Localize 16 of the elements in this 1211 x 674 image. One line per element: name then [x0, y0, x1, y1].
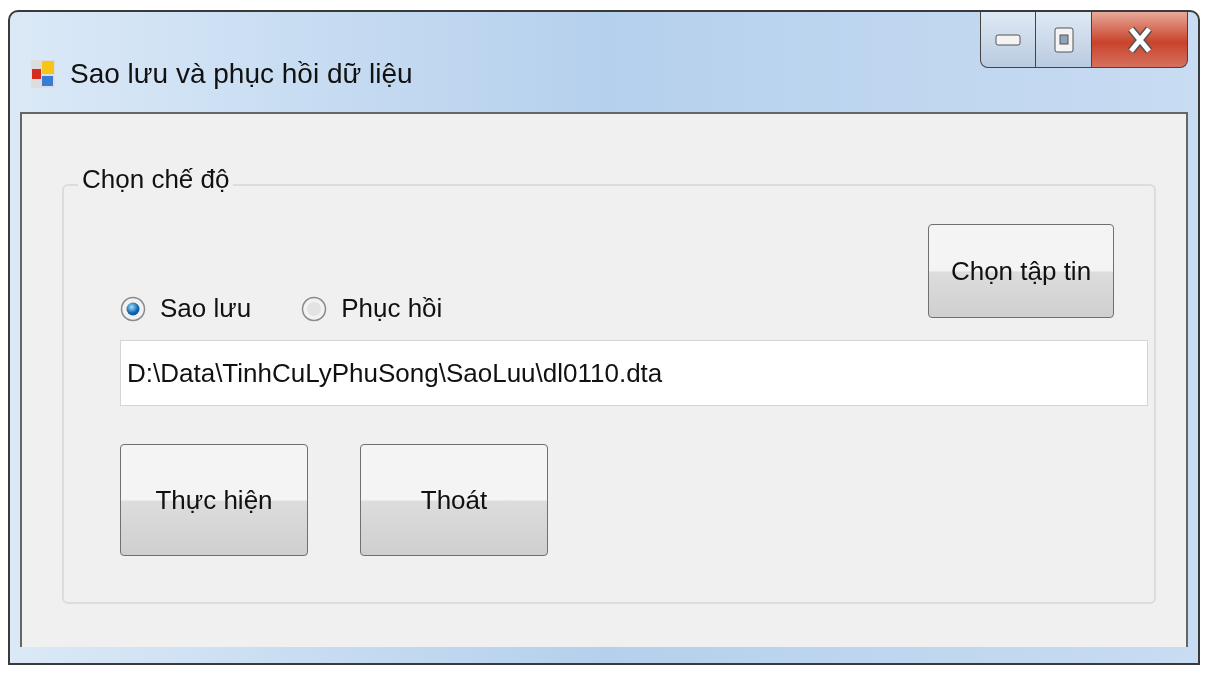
choose-file-button[interactable]: Chọn tập tin [928, 224, 1114, 318]
minimize-button[interactable] [980, 12, 1036, 68]
path-field[interactable]: D:\Data\TinhCuLyPhuSong\SaoLuu\dl0110.dta [120, 340, 1148, 406]
maximize-icon [1053, 26, 1074, 53]
app-icon [30, 59, 56, 89]
window-title: Sao lưu và phục hồi dữ liệu [70, 58, 413, 90]
execute-button[interactable]: Thực hiện [120, 444, 308, 556]
minimize-icon [995, 33, 1021, 46]
radio-button[interactable] [301, 295, 328, 322]
close-icon [1126, 25, 1153, 54]
radio-button[interactable] [120, 295, 146, 322]
radio-label[interactable]: Sao lưu [160, 293, 252, 324]
exit-button[interactable]: Thoát [360, 444, 548, 556]
maximize-button[interactable] [1036, 12, 1092, 68]
radio-label[interactable]: Phục hồi [341, 293, 443, 324]
close-button[interactable] [1092, 12, 1188, 68]
